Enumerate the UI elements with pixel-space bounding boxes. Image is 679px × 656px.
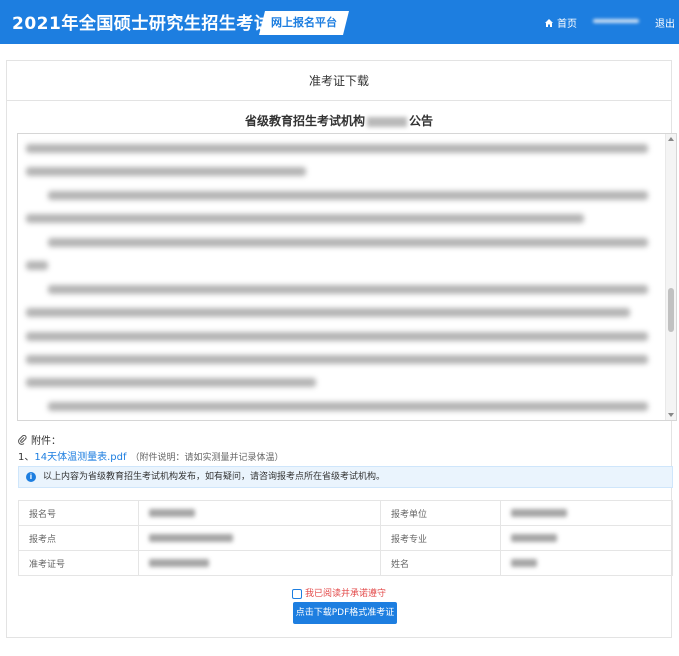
redacted-value	[511, 533, 557, 542]
top-header: 2021年全国硕士研究生招生考试 网上报名平台 首页 退出	[0, 0, 679, 44]
value-cell	[500, 550, 673, 576]
notice-title-prefix: 省级教育招生考试机构	[244, 114, 365, 128]
redacted-value	[511, 508, 567, 517]
notice-title-suffix: 公告	[409, 114, 434, 128]
blurred-text-line	[48, 238, 648, 247]
scroll-thumb[interactable]	[668, 288, 674, 332]
candidate-info-table: 报名号 报考单位 报考点 报考专业 准考证号 姓名	[18, 500, 673, 576]
platform-badge[interactable]: 网上报名平台	[259, 11, 349, 35]
value-cell	[138, 500, 381, 526]
info-banner: i 以上内容为省级教育招生考试机构发布，如有疑问，请咨询报考点所在省级考试机构。	[18, 466, 673, 488]
attachment-file-link[interactable]: 14天体温测量表.pdf	[34, 452, 126, 463]
blurred-text-line	[26, 261, 48, 270]
redacted-org	[367, 116, 407, 127]
paperclip-icon	[18, 434, 27, 445]
info-icon: i	[26, 472, 36, 482]
attachment-index: 1、	[18, 452, 35, 463]
site-title: 2021年全国硕士研究生招生考试	[12, 14, 272, 34]
label-cell: 姓名	[380, 550, 501, 576]
table-row: 报考点 报考专业	[18, 525, 673, 551]
agreement-row: 我已阅读并承诺遵守	[7, 586, 671, 599]
blurred-text-line	[26, 308, 630, 317]
notice-title: 省级教育招生考试机构 公告	[7, 112, 671, 129]
download-pdf-button[interactable]: 点击下载PDF格式准考证	[293, 602, 397, 624]
attachment-note: （附件说明：请如实测量并记录体温）	[130, 453, 284, 463]
blurred-text-line	[48, 402, 648, 411]
value-cell	[138, 550, 381, 576]
blurred-text-line	[26, 214, 584, 223]
label-cell: 报名号	[18, 500, 139, 526]
blurred-text-line	[26, 355, 648, 364]
home-icon	[545, 18, 553, 27]
label-cell: 报考专业	[380, 525, 501, 551]
label-cell: 报考点	[18, 525, 139, 551]
table-row: 报名号 报考单位	[18, 500, 673, 526]
notice-scroll-box[interactable]	[17, 133, 677, 421]
notice-scrollbar[interactable]	[665, 134, 676, 420]
agree-checkbox[interactable]	[291, 588, 302, 599]
redacted-value	[149, 558, 209, 567]
blurred-text-line	[26, 144, 648, 153]
redacted-value	[149, 508, 195, 517]
blurred-text-line	[48, 191, 648, 200]
home-label: 首页	[557, 19, 577, 30]
attachment-heading-label: 附件：	[31, 436, 61, 447]
label-cell: 准考证号	[18, 550, 139, 576]
agree-label[interactable]: 我已阅读并承诺遵守	[305, 589, 386, 599]
label-cell: 报考单位	[380, 500, 501, 526]
tab-admission-ticket[interactable]: 准考证下载	[7, 61, 671, 101]
attachment-heading: 附件：	[18, 432, 61, 447]
value-cell	[500, 500, 673, 526]
attachment-item: 1、14天体温测量表.pdf （附件说明：请如实测量并记录体温）	[18, 448, 284, 463]
scroll-down-icon[interactable]	[668, 413, 674, 417]
blurred-text-line	[48, 285, 648, 294]
table-row: 准考证号 姓名	[18, 550, 673, 576]
blurred-text-line	[26, 378, 316, 387]
home-link[interactable]: 首页	[544, 15, 577, 30]
redacted-value	[511, 558, 537, 567]
value-cell	[500, 525, 673, 551]
value-cell	[138, 525, 381, 551]
logout-link[interactable]: 退出	[655, 15, 675, 30]
redacted-value	[149, 533, 233, 542]
scroll-up-icon[interactable]	[668, 137, 674, 141]
content-panel: 准考证下载 省级教育招生考试机构 公告 附件： 1、14天体温测量表.pdf （附件…	[6, 60, 677, 638]
info-text: 以上内容为省级教育招生考试机构发布，如有疑问，请咨询报考点所在省级考试机构。	[43, 472, 386, 482]
blurred-text-line	[26, 167, 306, 176]
user-name-redacted	[593, 19, 639, 23]
blurred-text-line	[26, 332, 648, 341]
